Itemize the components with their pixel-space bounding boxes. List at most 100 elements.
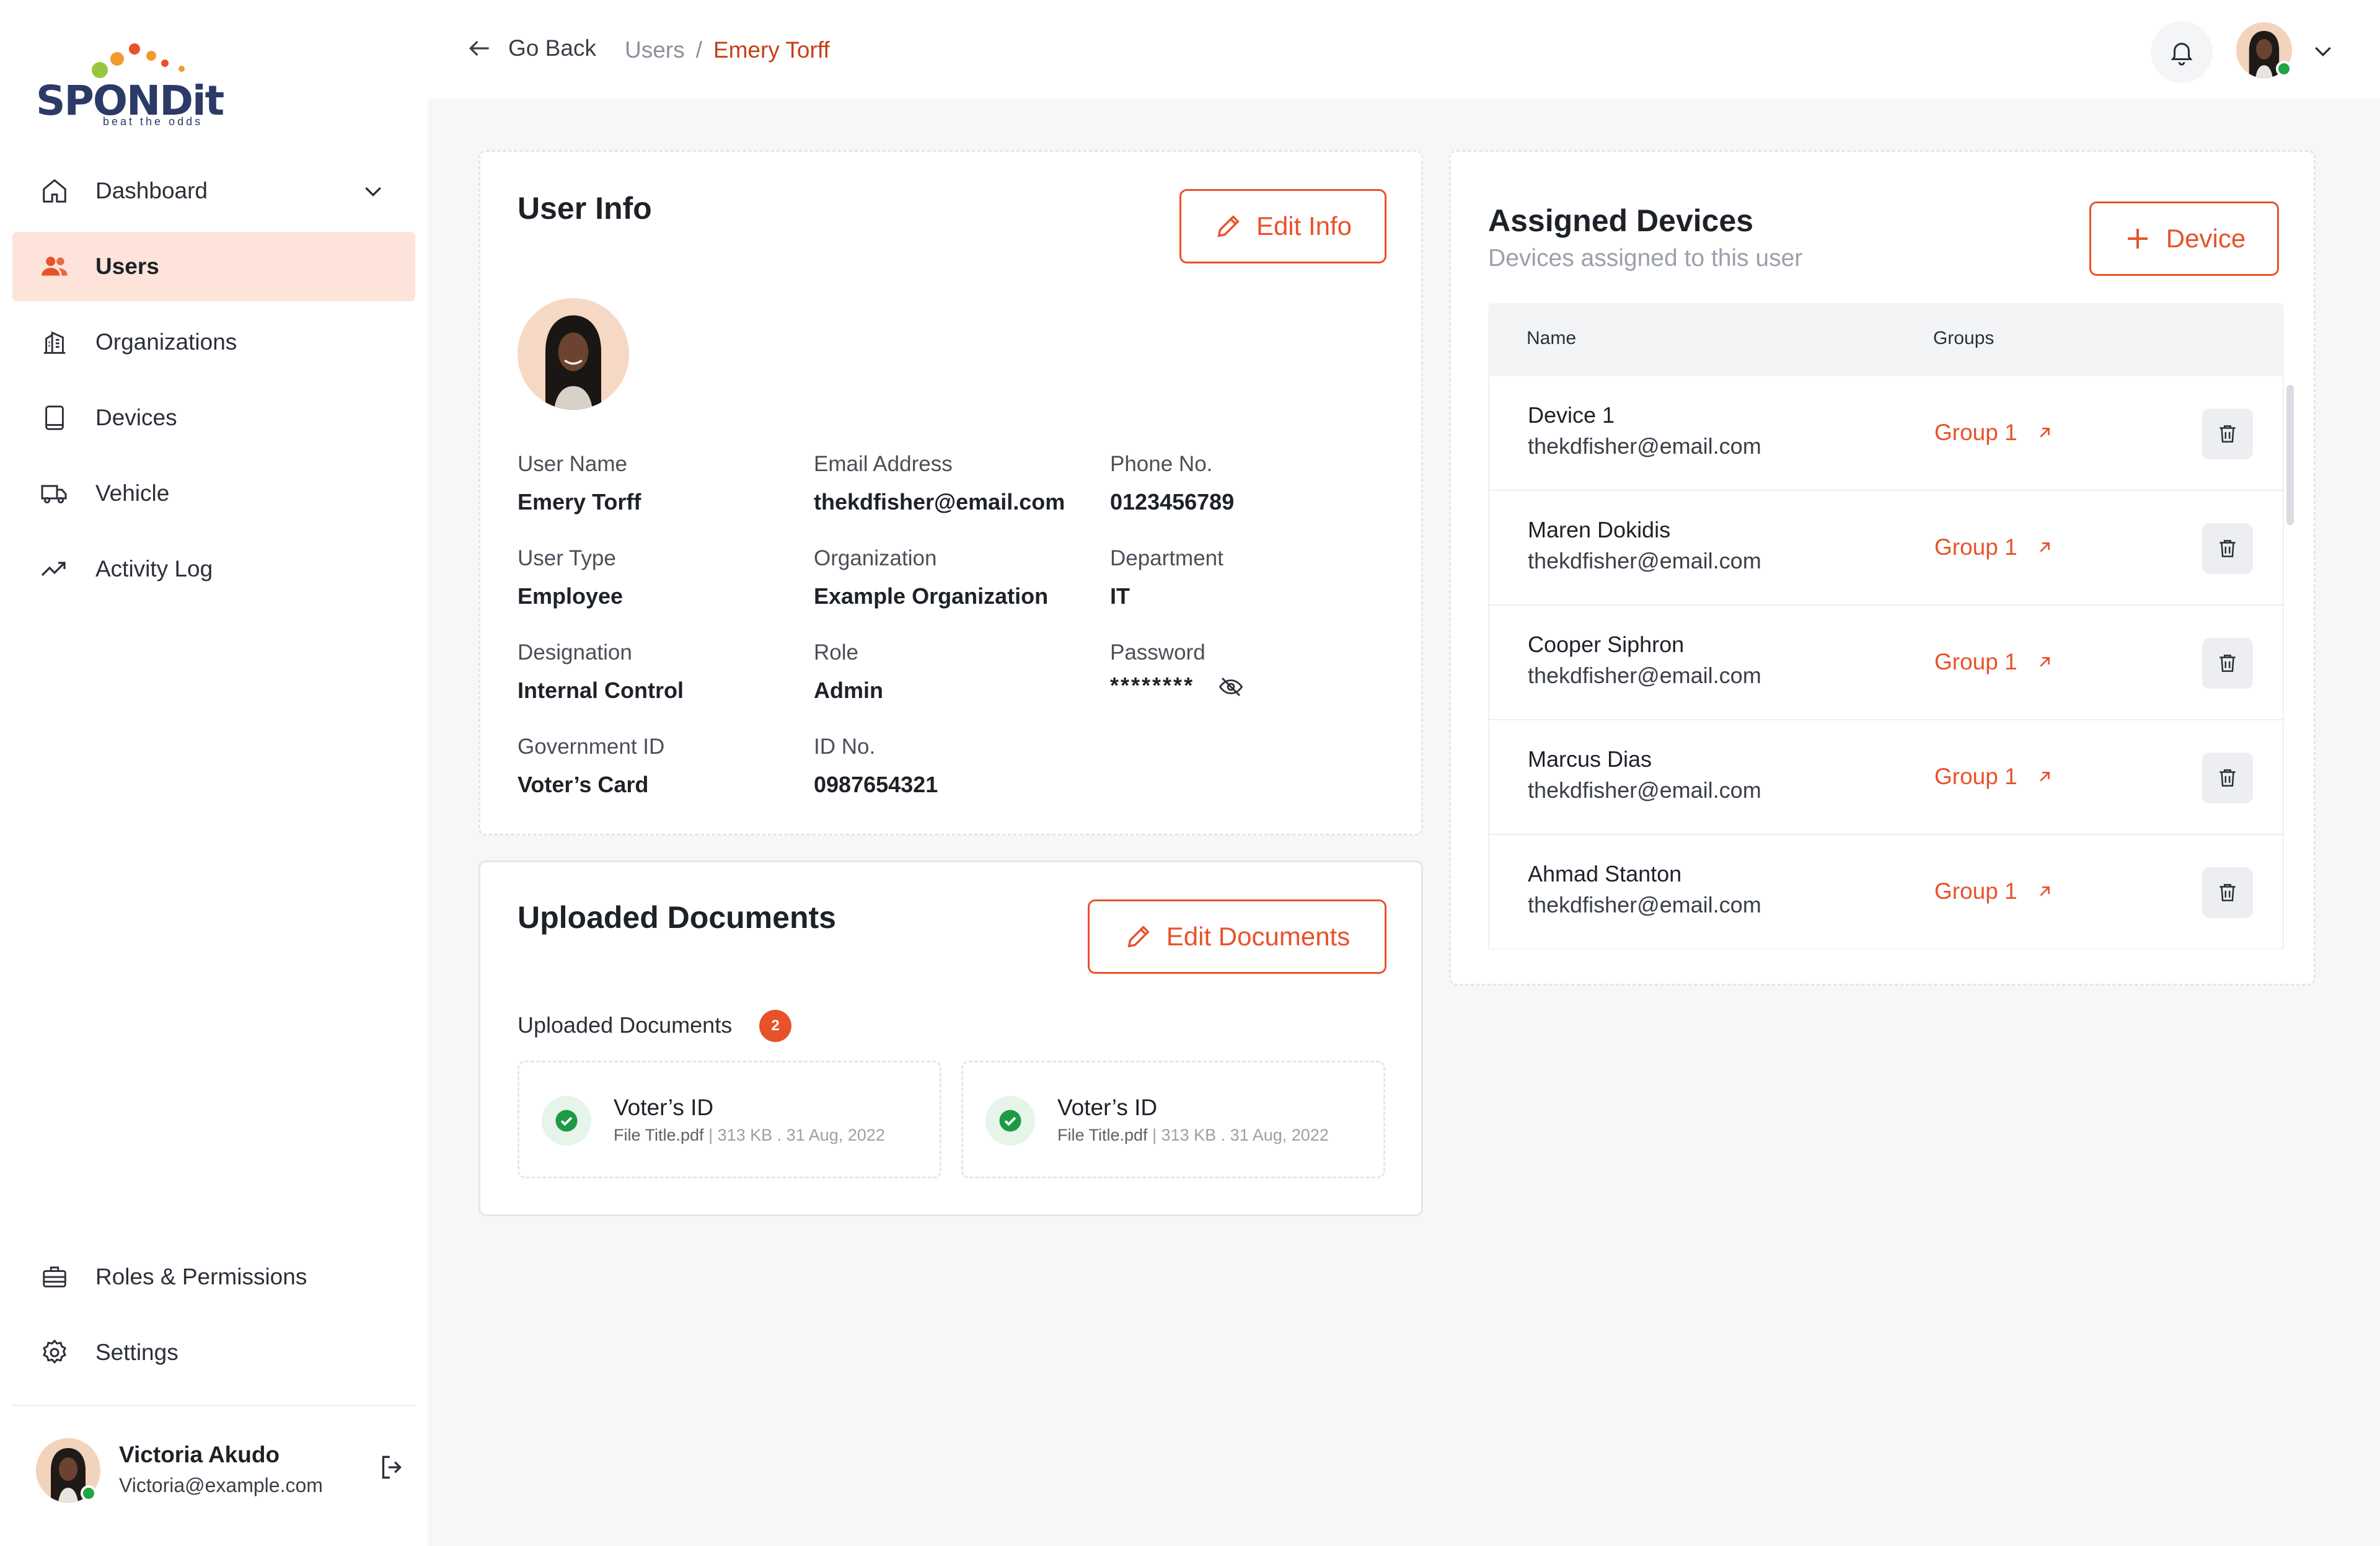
tablet-icon	[38, 402, 71, 434]
arrow-left-icon	[469, 40, 489, 56]
group-label: Group 1	[1934, 420, 2017, 445]
users-icon	[38, 250, 71, 283]
field-value: Voter’s Card	[518, 772, 649, 797]
document-item[interactable]: Voter’s ID File Title.pdf | 313 KB . 31 …	[961, 1061, 1385, 1178]
breadcrumb-users[interactable]: Users	[625, 37, 685, 63]
edit-documents-button[interactable]: Edit Documents	[1088, 899, 1386, 974]
table-row[interactable]: Cooper Siphron thekdfisher@email.com Gro…	[1489, 606, 2283, 720]
main-nav: Dashboard Users Organizations Devices Ve…	[12, 156, 415, 610]
chevron-down-icon[interactable]	[361, 179, 386, 209]
breadcrumb-separator: /	[695, 37, 702, 63]
logo-dot	[110, 52, 124, 66]
document-details: 313 KB . 31 Aug, 2022	[717, 1126, 885, 1144]
home-icon	[38, 175, 71, 207]
chevron-down-icon[interactable]	[2311, 38, 2335, 66]
plus-icon	[2127, 229, 2148, 249]
brand-tagline: beat the odds	[103, 115, 203, 128]
check-circle-icon	[542, 1096, 591, 1146]
notification-button[interactable]	[2151, 21, 2213, 83]
delete-button[interactable]	[2202, 638, 2253, 689]
assigned-devices-card: Assigned Devices Devices assigned to thi…	[1449, 150, 2316, 986]
table-row[interactable]: Marcus Dias thekdfisher@email.com Group …	[1489, 720, 2283, 835]
field-value: Internal Control	[518, 678, 684, 703]
go-back-label: Go Back	[508, 35, 596, 61]
table-scrollbar[interactable]	[2284, 376, 2296, 947]
pencil-icon	[1217, 215, 1240, 237]
trending-icon	[38, 553, 71, 585]
logo-dot	[92, 62, 108, 78]
trash-icon	[2219, 769, 2236, 787]
document-item[interactable]: Voter’s ID File Title.pdf | 313 KB . 31 …	[518, 1061, 941, 1178]
card-title: Uploaded Documents	[518, 900, 836, 935]
meta-separator: |	[1152, 1126, 1157, 1144]
sidebar-item-users[interactable]: Users	[12, 232, 415, 301]
device-name: Device 1	[1528, 402, 1615, 428]
device-email: thekdfisher@email.com	[1528, 892, 1761, 917]
group-label: Group 1	[1934, 649, 2017, 674]
online-status-dot	[2276, 61, 2292, 77]
delete-button[interactable]	[2202, 409, 2253, 459]
sidebar-item-label: Users	[95, 254, 159, 279]
sidebar-item-roles[interactable]: Roles & Permissions	[12, 1242, 415, 1312]
scrollbar-thumb[interactable]	[2286, 385, 2294, 525]
sidebar-item-devices[interactable]: Devices	[12, 383, 415, 453]
table-row[interactable]: Ahmad Stanton thekdfisher@email.com Grou…	[1489, 835, 2283, 949]
delete-button[interactable]	[2202, 753, 2253, 803]
group-link[interactable]: Group 1	[1934, 649, 2055, 675]
table-row[interactable]: Maren Dokidis thekdfisher@email.com Grou…	[1489, 491, 2283, 606]
go-back-button[interactable]: Go Back	[466, 35, 596, 62]
field-value: IT	[1110, 583, 1130, 609]
group-link[interactable]: Group 1	[1934, 878, 2055, 904]
sidebar-item-label: Vehicle	[95, 480, 170, 506]
sidebar-item-activity-log[interactable]: Activity Log	[12, 534, 415, 604]
secondary-nav: Roles & Permissions Settings	[12, 1242, 415, 1394]
sidebar-item-dashboard[interactable]: Dashboard	[12, 156, 415, 226]
arrow-up-right-icon	[2040, 772, 2050, 782]
sidebar-item-organizations[interactable]: Organizations	[12, 307, 415, 377]
eye-off-icon[interactable]	[1218, 674, 1244, 703]
device-email: thekdfisher@email.com	[1528, 777, 1761, 803]
sidebar: SPONDit beat the odds Dashboard Users Or…	[0, 0, 428, 1546]
field-value: 0987654321	[814, 772, 938, 797]
arrow-up-right-icon	[2040, 886, 2050, 896]
group-label: Group 1	[1934, 534, 2017, 560]
device-name: Ahmad Stanton	[1528, 861, 1682, 886]
column-header-groups: Groups	[1933, 328, 1994, 348]
document-filename: File Title.pdf	[1057, 1126, 1148, 1144]
group-link[interactable]: Group 1	[1934, 764, 2055, 790]
breadcrumb-current: Emery Torff	[713, 37, 830, 63]
brand-logo[interactable]: SPONDit beat the odds	[36, 43, 224, 130]
uploaded-documents-card: Uploaded Documents Edit Documents Upload…	[478, 860, 1423, 1216]
sidebar-item-label: Dashboard	[95, 178, 208, 203]
meta-separator: |	[708, 1126, 713, 1144]
field-label: User Type	[518, 546, 616, 570]
group-link[interactable]: Group 1	[1934, 534, 2055, 560]
sidebar-item-label: Settings	[95, 1340, 178, 1365]
device-name: Cooper Siphron	[1528, 632, 1685, 657]
user-profile[interactable]: Victoria Akudo Victoria@example.com	[36, 1436, 408, 1504]
logo-dot	[129, 43, 140, 55]
edit-info-button[interactable]: Edit Info	[1179, 189, 1386, 263]
sidebar-item-settings[interactable]: Settings	[12, 1318, 415, 1387]
table-header: Name Groups	[1488, 303, 2284, 376]
arrow-up-right-icon	[2040, 657, 2050, 667]
delete-button[interactable]	[2202, 867, 2253, 918]
device-email: thekdfisher@email.com	[1528, 433, 1761, 459]
field-label: Email Address	[814, 452, 953, 476]
arrow-up-right-icon	[2040, 428, 2050, 438]
logo-dot	[146, 51, 156, 61]
edit-info-label: Edit Info	[1256, 211, 1352, 241]
table-row[interactable]: Device 1 thekdfisher@email.com Group 1	[1489, 376, 2283, 491]
delete-button[interactable]	[2202, 523, 2253, 574]
add-device-button[interactable]: Device	[2089, 201, 2279, 276]
field-label: Password	[1110, 640, 1205, 665]
sidebar-item-label: Activity Log	[95, 556, 213, 581]
sidebar-item-vehicle[interactable]: Vehicle	[12, 459, 415, 528]
trash-icon	[2219, 655, 2236, 672]
device-email: thekdfisher@email.com	[1528, 548, 1761, 573]
password-value: ********	[1110, 673, 1195, 698]
breadcrumb: Users / Emery Torff	[625, 37, 830, 63]
field-label: Department	[1110, 546, 1223, 570]
group-link[interactable]: Group 1	[1934, 420, 2055, 446]
logout-icon[interactable]	[377, 1452, 408, 1486]
